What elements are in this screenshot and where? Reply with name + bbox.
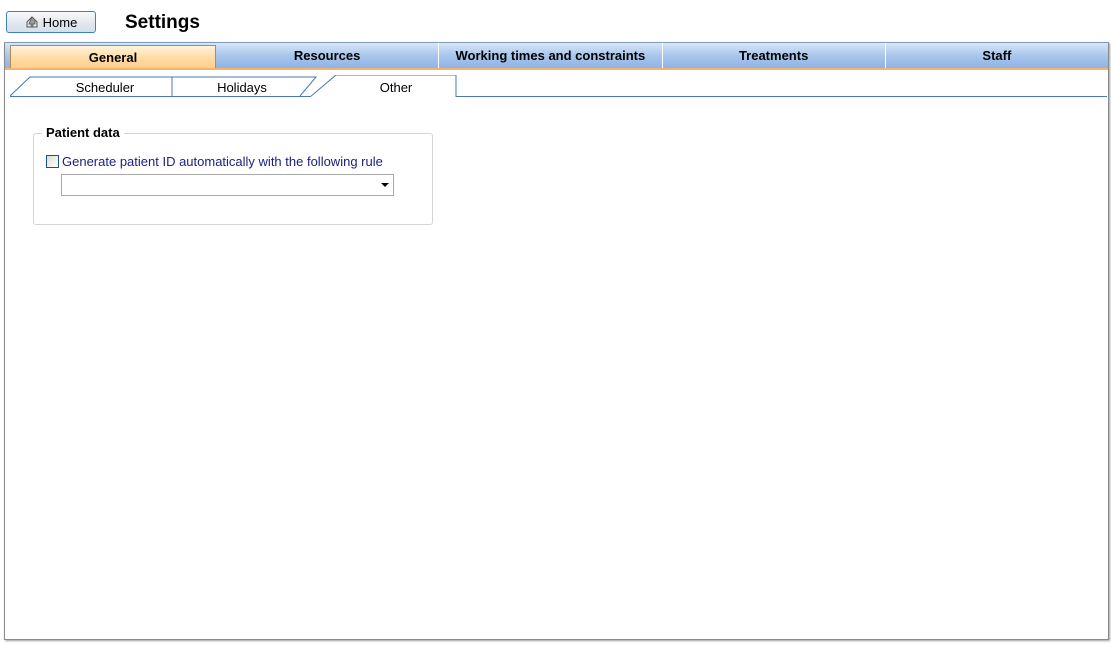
chevron-down-icon[interactable]: [381, 183, 389, 187]
subtab-scheduler[interactable]: Scheduler: [30, 78, 180, 96]
settings-window: Home Settings General Resources Working …: [0, 0, 1111, 645]
tab-treatments[interactable]: Treatments: [663, 43, 886, 68]
subtab-other[interactable]: Other: [336, 78, 456, 96]
auto-patient-id-checkbox[interactable]: [46, 155, 59, 168]
page-title: Settings: [125, 12, 200, 33]
home-icon: [25, 15, 39, 29]
settings-frame: General Resources Working times and cons…: [4, 42, 1109, 640]
tab-general[interactable]: General: [10, 45, 216, 68]
patient-data-legend: Patient data: [42, 125, 124, 140]
main-tab-bar: General Resources Working times and cons…: [5, 43, 1108, 70]
auto-patient-id-label[interactable]: Generate patient ID automatically with t…: [62, 154, 383, 169]
tab-resources[interactable]: Resources: [216, 43, 440, 68]
tab-working-times-and-constraints[interactable]: Working times and constraints: [439, 43, 663, 68]
sub-tab-bar: Scheduler Holidays Other: [10, 75, 1107, 97]
patient-id-rule-dropdown[interactable]: [61, 174, 394, 196]
patient-data-group: Patient data Generate patient ID automat…: [33, 125, 433, 225]
home-button-label: Home: [42, 14, 78, 30]
auto-patient-id-option[interactable]: Generate patient ID automatically with t…: [46, 154, 383, 169]
subtab-holidays[interactable]: Holidays: [172, 78, 312, 96]
tab-staff[interactable]: Staff: [886, 43, 1108, 68]
home-button[interactable]: Home: [6, 11, 96, 33]
